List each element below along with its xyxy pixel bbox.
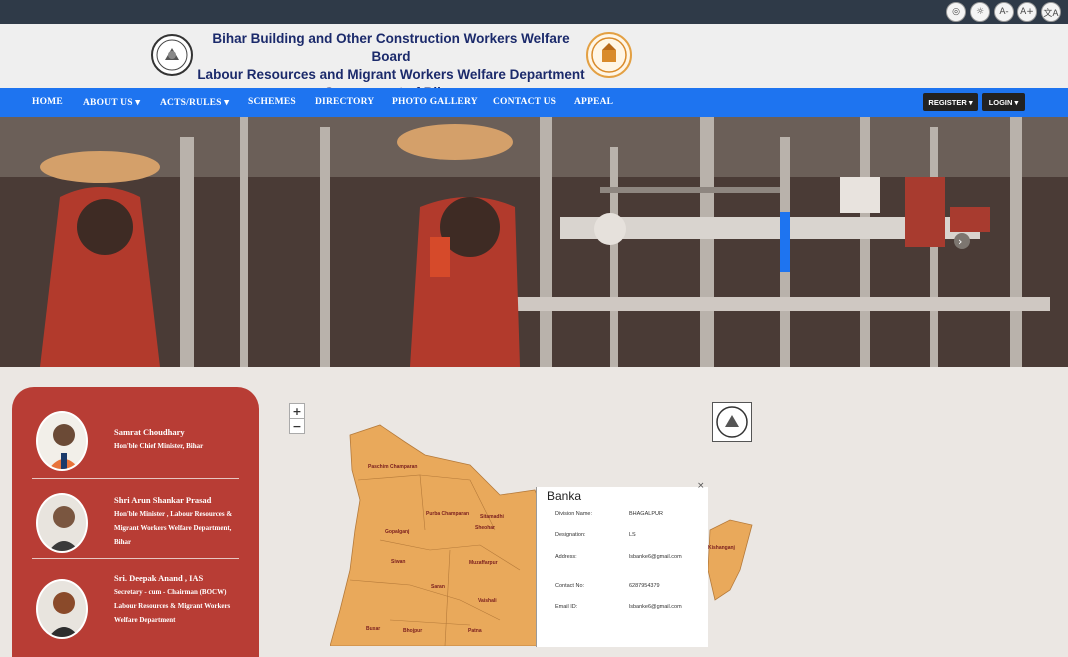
popup-value-email: lsbanke6@gmail.com xyxy=(629,604,682,610)
official-divider xyxy=(32,478,239,479)
hero-banner: › xyxy=(0,117,1068,367)
popup-label-division: Division Name: xyxy=(555,511,592,517)
font-increase-button[interactable]: A+ xyxy=(1017,2,1037,22)
nav-directory[interactable]: DIRECTORY xyxy=(315,97,374,107)
district-label: Sheohar xyxy=(475,525,496,531)
popup-value-contact: 6287954379 xyxy=(629,583,660,589)
official-divider xyxy=(32,558,239,559)
nav-contact-us[interactable]: CONTACT US xyxy=(493,97,556,107)
popup-label-designation: Designation: xyxy=(555,532,586,538)
district-label: Paschim Champaran xyxy=(368,464,418,470)
district-label: Sitamadhi xyxy=(480,514,504,520)
official-role: Hon'ble Chief Minister, Bihar xyxy=(114,442,204,450)
nav-schemes[interactable]: SCHEMES xyxy=(248,97,296,107)
district-label: Patna xyxy=(468,628,482,634)
font-decrease-button[interactable]: A- xyxy=(994,2,1014,22)
official-name: Samrat Choudhary xyxy=(114,427,185,437)
popup-value-division: BHAGALPUR xyxy=(629,511,663,517)
district-label: Vaishali xyxy=(478,598,497,604)
language-button[interactable]: 文A xyxy=(1041,2,1061,22)
accessibility-bar: ◎ ☼ A- A+ 文A xyxy=(0,0,1068,24)
district-label: Bhojpur xyxy=(403,628,423,634)
nav-appeal[interactable]: APPEAL xyxy=(574,97,613,107)
official-photo-avatar xyxy=(36,411,88,471)
nav-photo-gallery[interactable]: PHOTO GALLERY xyxy=(392,97,478,107)
district-label: Purba Champaran xyxy=(426,511,470,517)
district-label: Saran xyxy=(431,584,445,590)
district-label: Gopalganj xyxy=(385,529,410,535)
nav-acts-rules[interactable]: ACTS/RULES ▾ xyxy=(160,97,229,108)
map-zoom-in-button[interactable]: + xyxy=(289,403,305,419)
login-button[interactable]: LOGIN ▾ xyxy=(982,93,1025,111)
official-name: Sri. Deepak Anand , IAS xyxy=(114,573,204,583)
district-info-popup: Banka Division Name: BHAGALPUR Designati… xyxy=(536,487,708,647)
title-line-board: Bihar Building and Other Construction Wo… xyxy=(212,31,570,64)
map-zoom-out-button[interactable]: − xyxy=(289,418,305,434)
district-label: Muzaffarpur xyxy=(469,560,498,566)
official-role: Secretary - cum - Chairman (BOCW) Labour… xyxy=(114,588,231,624)
brightness-button[interactable]: ☼ xyxy=(970,2,990,22)
bihar-emblem-icon xyxy=(586,32,632,78)
popup-value-address: lsbanke6@gmail.com xyxy=(629,554,682,560)
nav-about-us[interactable]: ABOUT US ▾ xyxy=(83,97,140,108)
nav-home[interactable]: HOME xyxy=(32,97,63,107)
contrast-button[interactable]: ◎ xyxy=(946,2,966,22)
popup-value-designation: LS xyxy=(629,532,636,538)
construction-workers-image: › xyxy=(0,117,1068,367)
popup-label-address: Address: xyxy=(555,554,577,560)
official-name: Shri Arun Shankar Prasad xyxy=(114,495,212,505)
main-nav: HOME ABOUT US ▾ ACTS/RULES ▾ SCHEMES DIR… xyxy=(0,88,1068,117)
popup-label-email: Email ID: xyxy=(555,604,578,610)
official-photo-avatar xyxy=(36,579,88,639)
district-label: Kishanganj xyxy=(708,545,735,551)
district-label: Buxar xyxy=(366,626,381,632)
popup-title: Banka xyxy=(547,489,582,503)
district-label: Siwan xyxy=(391,559,406,565)
popup-label-contact: Contact No: xyxy=(555,583,585,589)
popup-close-icon[interactable]: × xyxy=(697,481,705,491)
official-role: Hon'ble Minister , Labour Resources & Mi… xyxy=(114,510,233,546)
banner-next-arrow[interactable]: › xyxy=(958,235,962,248)
title-line-department: Labour Resources and Migrant Workers Wel… xyxy=(197,67,585,82)
site-header: Bihar Building and Other Construction Wo… xyxy=(0,24,1068,100)
official-photo-avatar xyxy=(36,493,88,553)
register-button[interactable]: REGISTER ▾ xyxy=(923,93,978,111)
officials-panel: Samrat Choudhary Hon'ble Chief Minister,… xyxy=(12,387,259,657)
board-logo-icon[interactable] xyxy=(151,34,193,76)
